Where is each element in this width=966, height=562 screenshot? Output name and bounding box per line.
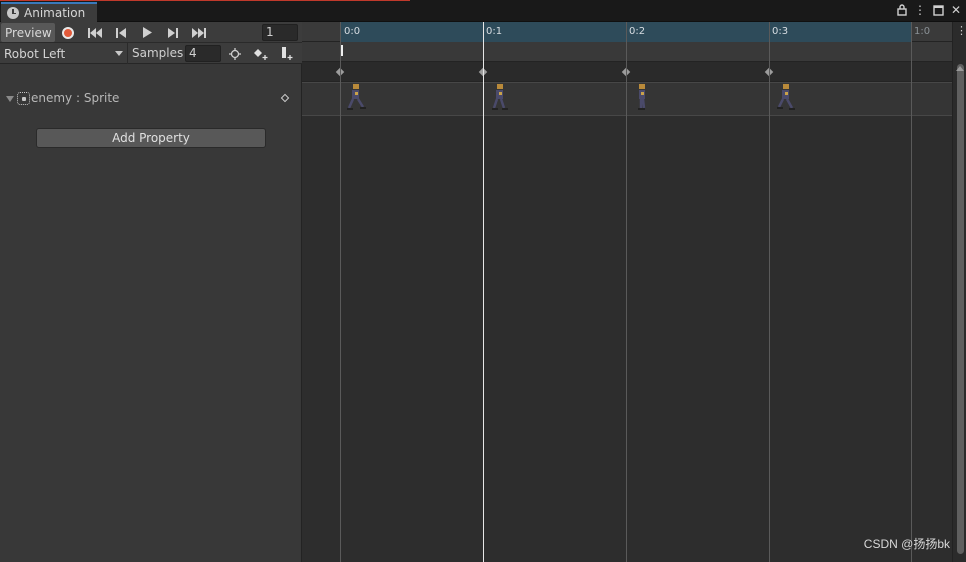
keyframe-toggle-icon[interactable] bbox=[280, 93, 290, 103]
next-keyframe-button[interactable] bbox=[161, 23, 185, 42]
frame-line bbox=[340, 22, 341, 562]
previous-keyframe-button[interactable] bbox=[109, 23, 133, 42]
add-keyframe-button[interactable] bbox=[249, 44, 273, 63]
filter-by-selection-icon bbox=[229, 47, 241, 60]
tick-label: 1:0 bbox=[914, 26, 931, 37]
samples-label: Samples bbox=[132, 46, 184, 60]
add-event-button[interactable] bbox=[275, 44, 299, 63]
event-row[interactable] bbox=[302, 42, 952, 62]
frame-line bbox=[769, 22, 770, 562]
accent-line bbox=[0, 0, 410, 1]
last-keyframe-button[interactable] bbox=[187, 23, 211, 42]
property-label: enemy : Sprite bbox=[31, 91, 120, 105]
frame-line bbox=[626, 22, 627, 562]
last-keyframe-icon bbox=[192, 27, 206, 38]
maximize-icon[interactable] bbox=[932, 3, 944, 17]
property-row[interactable]: enemy : Sprite bbox=[0, 82, 302, 116]
samples-field[interactable]: 4 bbox=[185, 45, 221, 62]
play-icon bbox=[143, 27, 152, 38]
close-icon[interactable]: ✕ bbox=[950, 3, 962, 17]
sprite-keyframe[interactable] bbox=[489, 82, 513, 114]
kebab-menu-icon[interactable]: ⋮ bbox=[956, 25, 966, 36]
add-event-icon bbox=[282, 46, 293, 60]
first-keyframe-icon bbox=[88, 27, 102, 38]
time-ruler[interactable]: 0:0 0:1 0:2 0:3 1:0 bbox=[302, 22, 952, 42]
frame-line bbox=[911, 22, 912, 562]
clip-dropdown[interactable]: Robot Left bbox=[0, 43, 128, 64]
filter-by-selection-button[interactable] bbox=[223, 44, 247, 63]
clip-name: Robot Left bbox=[4, 46, 66, 61]
tab-animation[interactable]: Animation bbox=[1, 2, 97, 22]
tick-label: 0:1 bbox=[486, 26, 503, 37]
next-keyframe-icon bbox=[168, 27, 178, 38]
vertical-scrollbar[interactable]: ⋮ bbox=[952, 22, 966, 562]
lock-icon[interactable] bbox=[896, 3, 908, 17]
previous-keyframe-icon bbox=[116, 27, 126, 38]
add-keyframe-icon bbox=[254, 48, 268, 60]
window-controls: ⋮ ✕ bbox=[896, 3, 962, 17]
clip-toolbar: Robot Left Samples 4 bbox=[0, 43, 302, 64]
tick-label: 0:3 bbox=[772, 26, 789, 37]
first-keyframe-button[interactable] bbox=[83, 23, 107, 42]
sprite-keyframe[interactable] bbox=[346, 82, 370, 114]
record-button[interactable] bbox=[56, 23, 80, 42]
foldout-arrow-icon[interactable] bbox=[6, 96, 14, 102]
chevron-down-icon bbox=[115, 51, 123, 56]
add-property-button[interactable]: Add Property bbox=[36, 128, 266, 148]
hierarchy-panel: Preview 1 Robot Left Samples 4 enemy: S… bbox=[0, 22, 302, 562]
watermark: CSDN @扬扬bk bbox=[863, 537, 950, 551]
window-header: Animation ⋮ ✕ bbox=[0, 0, 966, 22]
sprite-keyframe[interactable] bbox=[632, 82, 656, 114]
playback-toolbar: Preview 1 bbox=[0, 22, 302, 43]
record-icon bbox=[62, 26, 74, 39]
kebab-menu-icon[interactable]: ⋮ bbox=[914, 3, 926, 17]
tab-title: Animation bbox=[24, 6, 86, 20]
current-frame-field[interactable]: 1 bbox=[262, 24, 298, 41]
sprite-keyframe[interactable] bbox=[775, 82, 799, 114]
tick-label: 0:0 bbox=[344, 26, 361, 37]
scroll-up-icon[interactable] bbox=[956, 66, 964, 71]
preview-button[interactable]: Preview bbox=[1, 23, 55, 42]
tick-label: 0:2 bbox=[629, 26, 646, 37]
scrollbar-thumb[interactable] bbox=[957, 64, 964, 554]
sprite-track[interactable] bbox=[302, 82, 952, 116]
summary-keyframe-row[interactable] bbox=[302, 62, 952, 82]
play-button[interactable] bbox=[135, 23, 159, 42]
clock-icon bbox=[7, 7, 19, 19]
sprite-icon bbox=[17, 92, 30, 105]
dopesheet[interactable]: 0:0 0:1 0:2 0:3 1:0 ⋮ CSDN @扬扬bk bbox=[302, 22, 966, 562]
playhead[interactable] bbox=[483, 22, 484, 562]
